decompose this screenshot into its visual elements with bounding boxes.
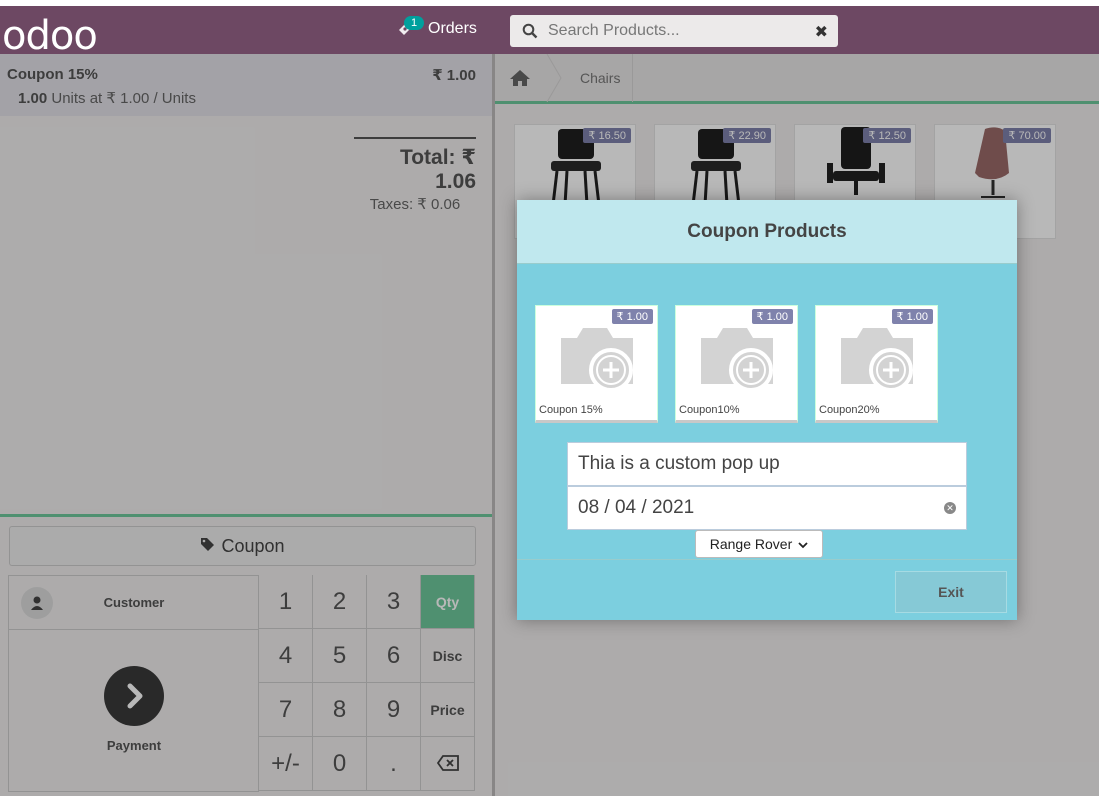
- orders-count-badge: 1: [404, 16, 424, 30]
- coupon-price-tag: ₹ 1.00: [611, 309, 653, 324]
- coupon-name: Coupon 15%: [539, 404, 603, 416]
- orders-label: Orders: [428, 20, 477, 37]
- camera-placeholder-icon: [841, 328, 913, 392]
- coupon-name: Coupon10%: [679, 404, 740, 416]
- top-bar: odoo 1 Orders ✖: [0, 0, 1099, 59]
- camera-placeholder-icon: [561, 328, 633, 392]
- date-input[interactable]: 08 / 04 / 2021 ✕: [567, 486, 967, 530]
- search-bar: ✖: [510, 15, 838, 47]
- coupon-price-tag: ₹ 1.00: [751, 309, 793, 324]
- ticket-icon: 1: [396, 16, 424, 38]
- odoo-logo: odoo: [2, 13, 98, 59]
- exit-button[interactable]: Exit: [895, 571, 1007, 613]
- chevron-down-icon: [798, 536, 808, 552]
- custom-text-value: Thia is a custom pop up: [578, 453, 780, 474]
- popup-title: Coupon Products: [517, 200, 1017, 264]
- vehicle-select[interactable]: Range Rover: [695, 530, 823, 558]
- orders-button[interactable]: 1 Orders: [396, 16, 477, 38]
- coupon-product-card[interactable]: ₹ 1.00 Coupon20%: [815, 305, 938, 423]
- camera-placeholder-icon: [701, 328, 773, 392]
- popup-footer: Exit: [517, 559, 1017, 620]
- search-icon: [522, 23, 538, 44]
- coupon-price-tag: ₹ 1.00: [891, 309, 933, 324]
- coupon-products-popup: Coupon Products ₹ 1.00 Coupon 15% ₹ 1.00…: [517, 200, 1017, 620]
- date-value: 08 / 04 / 2021: [578, 497, 695, 518]
- custom-text-input[interactable]: Thia is a custom pop up: [567, 442, 967, 486]
- clear-search-icon[interactable]: ✖: [815, 22, 828, 42]
- coupon-name: Coupon20%: [819, 404, 880, 416]
- coupon-product-card[interactable]: ₹ 1.00 Coupon 15%: [535, 305, 658, 423]
- vehicle-select-value: Range Rover: [709, 536, 793, 552]
- search-input[interactable]: [548, 19, 808, 43]
- clear-date-icon[interactable]: ✕: [944, 502, 956, 514]
- coupon-product-card[interactable]: ₹ 1.00 Coupon10%: [675, 305, 798, 423]
